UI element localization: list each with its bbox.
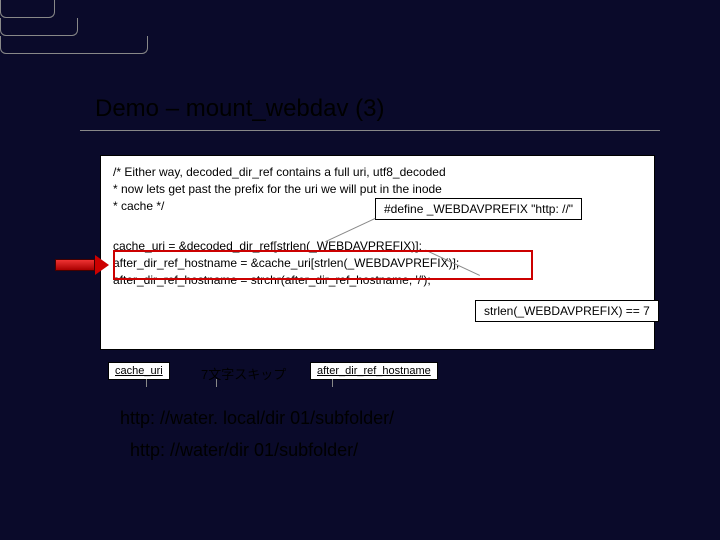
url-example-2: http: //water/dir 01/subfolder/: [130, 440, 358, 461]
bracket-connector: [332, 379, 333, 387]
bracket-skip: [0, 18, 78, 36]
arrow-indicator: [55, 255, 105, 275]
title-underline: [80, 130, 660, 131]
label-cache-uri: cache_uri: [108, 362, 170, 380]
comment-line: * now lets get past the prefix for the u…: [113, 181, 642, 198]
slide-title: Demo – mount_webdav (3): [95, 95, 384, 123]
bracket-cache-uri: [0, 0, 55, 18]
bracket-connector: [146, 379, 147, 387]
callout-define: #define _WEBDAVPREFIX "http: //": [375, 198, 582, 220]
code-lines: cache_uri = &decoded_dir_ref[strlen(_WEB…: [113, 238, 642, 288]
bracket-after: [0, 36, 148, 54]
code-line: after_dir_ref_hostname = strchr(after_di…: [113, 272, 642, 289]
comment-line: /* Either way, decoded_dir_ref contains …: [113, 164, 642, 181]
url-example-1: http: //water. local/dir 01/subfolder/: [120, 408, 394, 429]
label-skip-chars: 7文字スキップ: [195, 362, 292, 385]
code-line: after_dir_ref_hostname = &cache_uri[strl…: [113, 255, 642, 272]
code-line: cache_uri = &decoded_dir_ref[strlen(_WEB…: [113, 238, 642, 255]
callout-strlen: strlen(_WEBDAVPREFIX) == 7: [475, 300, 659, 322]
label-after-hostname: after_dir_ref_hostname: [310, 362, 438, 380]
bracket-connector: [216, 379, 217, 387]
